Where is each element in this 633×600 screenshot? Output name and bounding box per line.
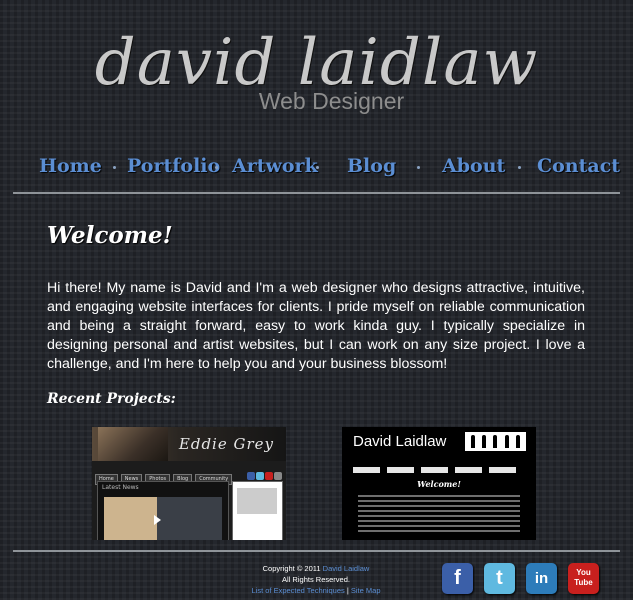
nav-separator xyxy=(215,166,218,169)
thumbnail-menu: Home News Photos Blog Community xyxy=(95,465,235,485)
copyright-text: Copyright © 2011 xyxy=(262,564,321,573)
facebook-icon[interactable]: f xyxy=(442,563,473,594)
nav-artwork[interactable]: Artwork xyxy=(232,155,318,177)
nav-separator xyxy=(113,166,116,169)
facebook-icon xyxy=(247,472,255,480)
nav-separator xyxy=(316,166,319,169)
nav-portfolio[interactable]: Portfolio xyxy=(127,155,220,177)
nav-home[interactable]: Home xyxy=(39,155,102,177)
youtube-icon xyxy=(265,472,273,480)
play-icon xyxy=(154,515,161,525)
rss-icon xyxy=(274,472,282,480)
site-logo[interactable]: david laidlaw Web Designer xyxy=(0,30,633,115)
nav-separator xyxy=(417,166,420,169)
thumbnail-title: Eddie Grey xyxy=(178,435,274,453)
welcome-heading: Welcome! xyxy=(47,222,173,249)
video-thumbnail xyxy=(104,497,222,540)
nav-contact[interactable]: Contact xyxy=(537,155,620,177)
nav-separator xyxy=(518,166,521,169)
site-map-link[interactable]: Site Map xyxy=(351,586,381,595)
silhouette-figures xyxy=(465,432,526,451)
youtube-icon[interactable]: You Tube xyxy=(568,563,599,594)
nav-blog[interactable]: Blog xyxy=(347,155,396,177)
project-thumbnail-david-laidlaw[interactable]: David Laidlaw Welcome! xyxy=(342,427,536,540)
thumbnail-heading: Welcome! xyxy=(417,479,461,489)
twitter-icon[interactable]: t xyxy=(484,563,515,594)
linkedin-icon[interactable]: in xyxy=(526,563,557,594)
recent-projects-heading: Recent Projects: xyxy=(47,391,176,407)
intro-paragraph: Hi there! My name is David and I'm a web… xyxy=(47,280,585,372)
thumbnail-text-lines xyxy=(358,495,520,535)
band-photo xyxy=(98,427,168,461)
main-nav: Home Portfolio Artwork Blog About Contac… xyxy=(14,155,620,181)
rights-text: All Rights Reserved. xyxy=(282,575,350,584)
header-divider xyxy=(13,192,620,194)
logo-name: david laidlaw xyxy=(94,26,539,100)
footer: Copyright © 2011 David Laidlaw All Right… xyxy=(200,563,432,596)
project-thumbnail-eddie-grey[interactable]: Eddie Grey Home News Photos Blog Community L… xyxy=(92,427,286,540)
footer-divider xyxy=(13,550,620,552)
thumbnail-sidebar xyxy=(232,481,283,540)
thumbnail-news-panel: Latest News xyxy=(97,481,229,540)
thumbnail-news-title: Latest News xyxy=(102,484,139,491)
thumbnail-menu xyxy=(353,458,523,477)
twitter-icon xyxy=(256,472,264,480)
owner-link[interactable]: David Laidlaw xyxy=(323,564,370,573)
sidebar-image xyxy=(237,488,277,514)
nav-about[interactable]: About xyxy=(442,155,505,177)
techniques-link[interactable]: List of Expected Techniques xyxy=(251,586,344,595)
footer-separator: | xyxy=(346,586,349,595)
thumbnail-title: David Laidlaw xyxy=(353,433,447,450)
